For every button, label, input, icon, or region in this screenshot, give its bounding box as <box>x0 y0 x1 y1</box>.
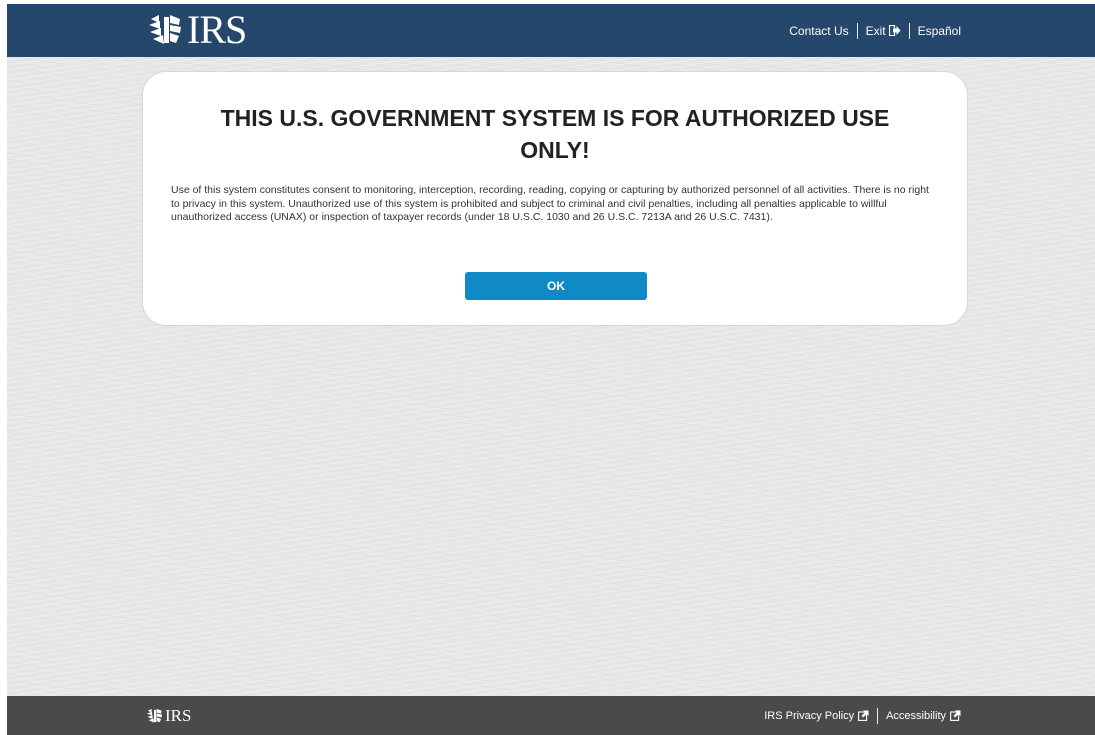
authorization-notice-card: THIS U.S. GOVERNMENT SYSTEM IS FOR AUTHO… <box>142 71 968 326</box>
espanol-link[interactable]: Español <box>918 24 961 38</box>
privacy-policy-link[interactable]: IRS Privacy Policy <box>764 710 869 722</box>
external-link-icon <box>950 710 961 721</box>
exit-label: Exit <box>865 23 886 38</box>
external-link-icon <box>858 710 869 721</box>
page-frame: IRS Contact Us Exit Español THIS U.S. GO… <box>7 4 1095 735</box>
contact-us-label: Contact Us <box>789 23 849 38</box>
notice-body: Use of this system constitutes consent t… <box>171 184 929 224</box>
irs-logo[interactable]: IRS <box>145 7 247 52</box>
ok-button[interactable]: OK <box>465 272 647 300</box>
irs-eagle-icon <box>149 15 181 44</box>
espanol-label: Español <box>917 23 961 38</box>
footer-logo-text: IRS <box>165 706 192 725</box>
divider <box>908 22 910 39</box>
accessibility-link[interactable]: Accessibility <box>886 710 961 722</box>
exit-link[interactable]: Exit <box>866 24 901 38</box>
contact-us-link[interactable]: Contact Us <box>789 24 848 38</box>
accessibility-label: Accessibility <box>886 709 946 722</box>
site-header: IRS Contact Us Exit Español <box>7 4 1095 57</box>
irs-eagle-icon <box>146 708 163 723</box>
logo-text: IRS <box>187 7 247 52</box>
header-nav: Contact Us Exit Español <box>789 4 961 57</box>
footer-irs-logo[interactable]: IRS <box>145 705 191 727</box>
exit-icon <box>888 25 901 36</box>
site-footer: IRS IRS Privacy Policy Accessibility <box>7 696 1095 735</box>
footer-nav: IRS Privacy Policy Accessibility <box>764 696 961 735</box>
divider <box>856 22 858 39</box>
divider <box>877 707 879 724</box>
notice-title: THIS U.S. GOVERNMENT SYSTEM IS FOR AUTHO… <box>220 105 890 163</box>
privacy-policy-label: IRS Privacy Policy <box>764 709 855 722</box>
